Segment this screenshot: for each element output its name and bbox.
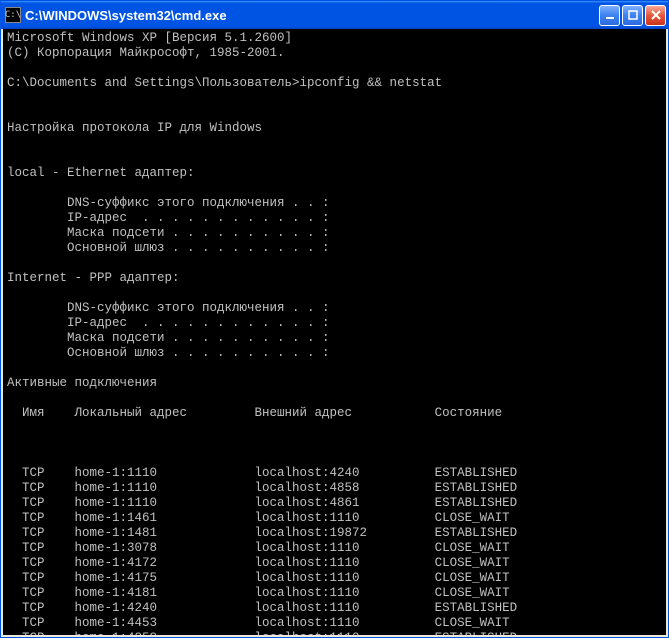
close-button[interactable]: [645, 5, 666, 26]
minimize-button[interactable]: [599, 5, 620, 26]
cmd-window: C:\ C:\WINDOWS\system32\cmd.exe Microsof…: [0, 0, 669, 638]
close-icon: [651, 10, 661, 20]
maximize-button[interactable]: [622, 5, 643, 26]
titlebar[interactable]: C:\ C:\WINDOWS\system32\cmd.exe: [1, 1, 668, 29]
maximize-icon: [628, 10, 638, 20]
window-icon: C:\: [5, 7, 21, 23]
window-title: C:\WINDOWS\system32\cmd.exe: [25, 8, 599, 23]
minimize-icon: [605, 10, 615, 20]
console-output[interactable]: Microsoft Windows XP [Версия 5.1.2600] (…: [1, 29, 668, 637]
titlebar-controls: [599, 5, 666, 26]
